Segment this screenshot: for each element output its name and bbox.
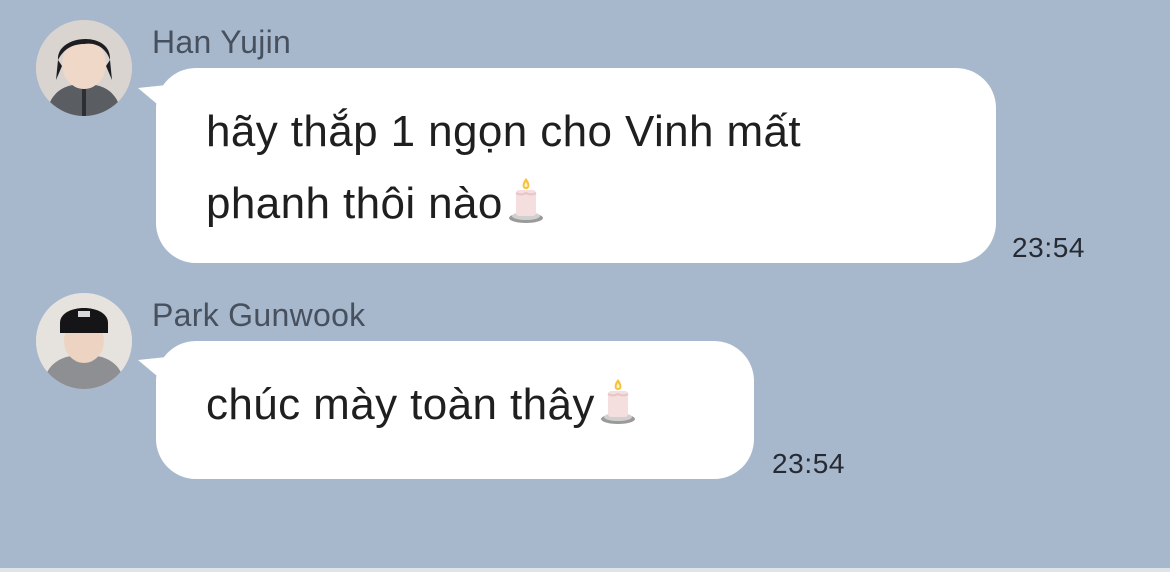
chat-thread: Han Yujin hãy thắp 1 ngọn cho Vinh mất p… xyxy=(0,0,1170,572)
sender-name: Park Gunwook xyxy=(152,297,366,333)
sender-avatar-park-gunwook[interactable] xyxy=(36,293,132,389)
message-text-line: chúc mày toàn thây xyxy=(206,380,595,429)
message-bubble[interactable]: chúc mày toàn thây xyxy=(156,341,754,479)
sender-name: Han Yujin xyxy=(152,24,292,60)
avatar-photo xyxy=(36,20,132,116)
message-text-line: phanh thôi nào xyxy=(206,179,503,228)
candle-icon xyxy=(507,174,545,223)
candle-icon xyxy=(599,375,637,424)
bottom-divider xyxy=(0,568,1170,572)
avatar-photo xyxy=(36,293,132,389)
message-time: 23:54 xyxy=(772,448,846,479)
message-text-line: hãy thắp 1 ngọn cho Vinh mất xyxy=(206,107,802,156)
message-bubble[interactable]: hãy thắp 1 ngọn cho Vinh mất phanh thôi … xyxy=(156,68,996,263)
message-time: 23:54 xyxy=(1012,232,1086,263)
sender-avatar-han-yujin[interactable] xyxy=(36,20,132,116)
